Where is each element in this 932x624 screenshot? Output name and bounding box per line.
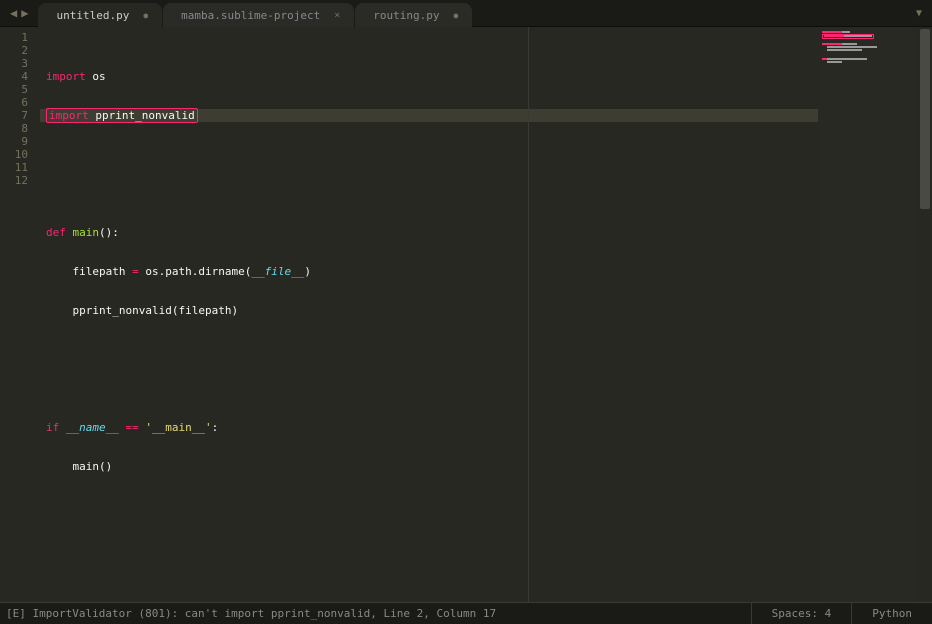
editor-area: 1 ⊘2 3 4 5 6 7 8 9 10 11 12 import os im… xyxy=(0,27,932,602)
dirty-icon: ● xyxy=(143,11,148,20)
code-line xyxy=(46,499,818,512)
tab-label: mamba.sublime-project xyxy=(181,9,320,22)
nav-back-icon[interactable]: ◀ xyxy=(10,6,17,20)
line-number: 3 xyxy=(0,57,28,70)
tab-label: routing.py xyxy=(373,9,439,22)
code-line: main() xyxy=(46,460,818,473)
line-number: 9 xyxy=(0,135,28,148)
tab-mamba-project[interactable]: mamba.sublime-project × xyxy=(163,3,354,27)
scroll-thumb[interactable] xyxy=(920,29,930,209)
line-number: 12 xyxy=(0,174,28,187)
code-line: filepath = os.path.dirname(__file__) xyxy=(46,265,818,278)
line-number: 4 xyxy=(0,70,28,83)
code-line xyxy=(46,187,818,200)
code-line: if __name__ == '__main__': xyxy=(46,421,818,434)
minimap-content xyxy=(822,31,914,63)
code-area[interactable]: import os import pprint_nonvalid def mai… xyxy=(40,27,818,602)
line-number: 10 xyxy=(0,148,28,161)
line-number: 7 xyxy=(0,109,28,122)
tabs-container: untitled.py ● mamba.sublime-project × ro… xyxy=(38,0,906,26)
line-number: 11 xyxy=(0,161,28,174)
line-number: ⊘2 xyxy=(0,44,28,57)
nav-arrows: ◀ ▶ xyxy=(0,6,38,20)
gutter: 1 ⊘2 3 4 5 6 7 8 9 10 11 12 xyxy=(0,27,40,602)
tab-dropdown-icon[interactable]: ▼ xyxy=(906,8,932,19)
status-bar: [E] ImportValidator (801): can't import … xyxy=(0,602,932,624)
code-line xyxy=(46,382,818,395)
minimap[interactable] xyxy=(818,27,918,602)
line-number: 6 xyxy=(0,96,28,109)
line-number: 8 xyxy=(0,122,28,135)
ruler-line xyxy=(528,27,529,602)
nav-forward-icon[interactable]: ▶ xyxy=(21,6,28,20)
tab-bar: ◀ ▶ untitled.py ● mamba.sublime-project … xyxy=(0,0,932,27)
code-line xyxy=(46,148,818,161)
close-icon[interactable]: × xyxy=(334,10,340,21)
status-indent[interactable]: Spaces: 4 xyxy=(751,603,852,624)
status-message[interactable]: [E] ImportValidator (801): can't import … xyxy=(0,607,751,620)
line-number: 5 xyxy=(0,83,28,96)
tab-untitled[interactable]: untitled.py ● xyxy=(38,3,162,27)
tab-label: untitled.py xyxy=(56,9,129,22)
code-line xyxy=(46,343,818,356)
code-line: pprint_nonvalid(filepath) xyxy=(46,304,818,317)
line-number: 1 xyxy=(0,31,28,44)
code-line-error: import pprint_nonvalid xyxy=(40,109,818,122)
status-syntax[interactable]: Python xyxy=(851,603,932,624)
tab-routing[interactable]: routing.py ● xyxy=(355,3,472,27)
vertical-scrollbar[interactable] xyxy=(918,27,932,602)
code-line: import os xyxy=(46,70,818,83)
dirty-icon: ● xyxy=(454,11,459,20)
code-line: def main(): xyxy=(46,226,818,239)
